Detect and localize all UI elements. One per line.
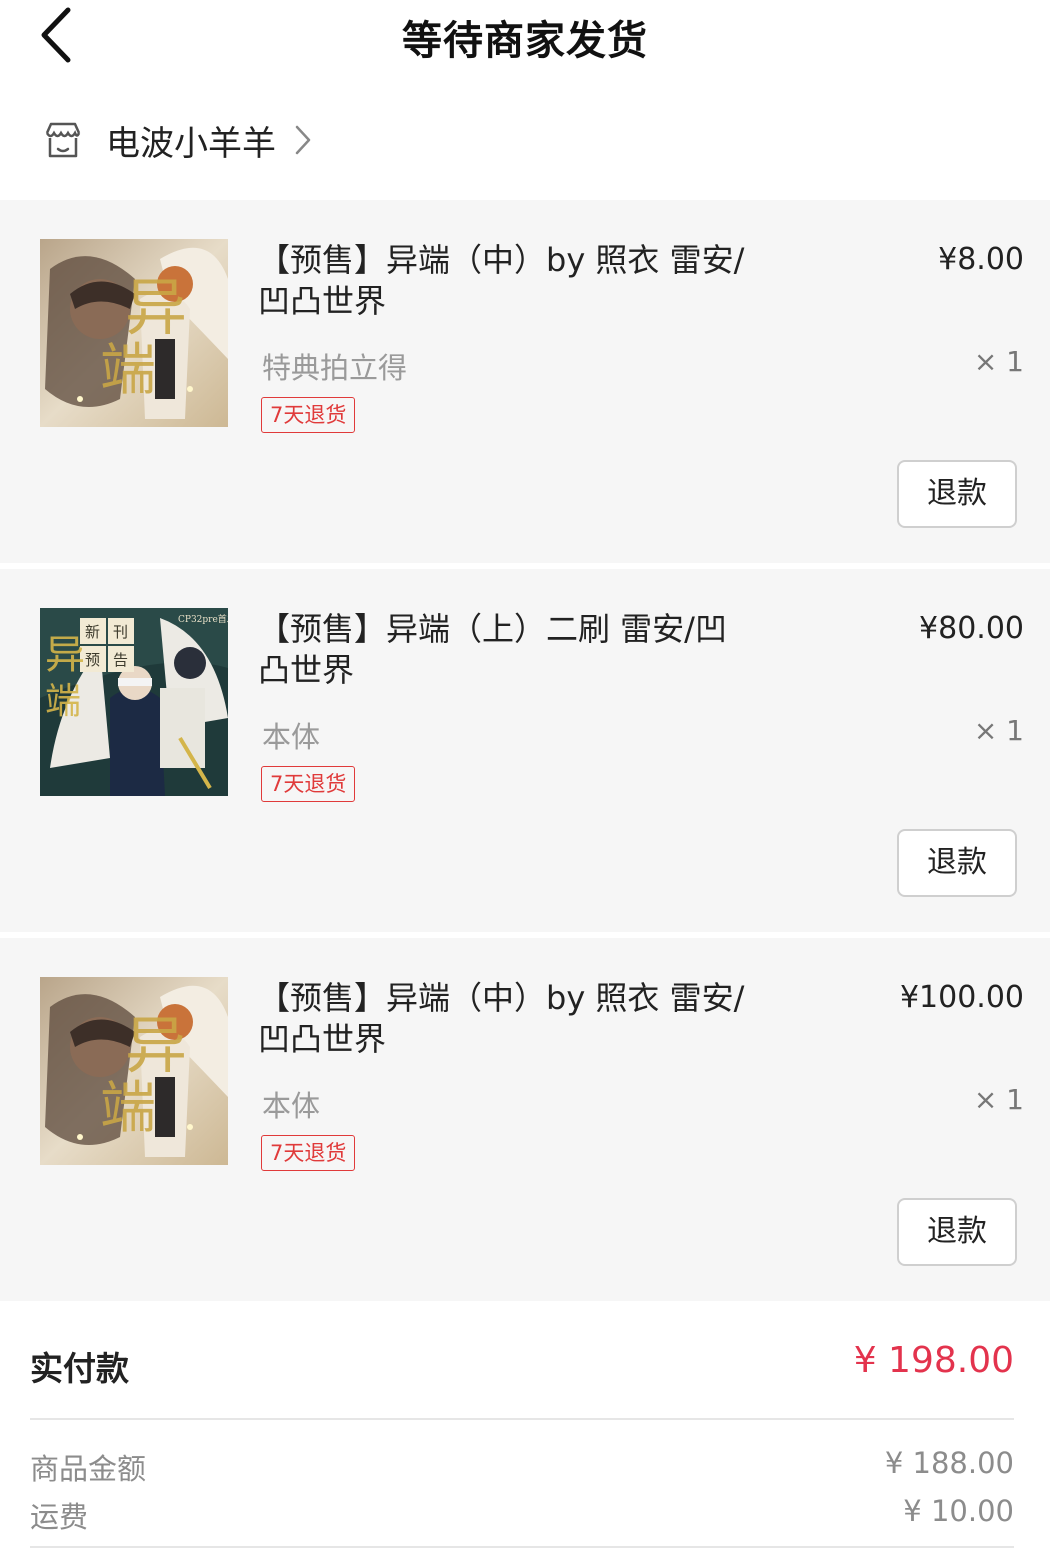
svg-text:异: 异 <box>125 1009 187 1082</box>
cover-char: 告 <box>113 651 128 669</box>
shipping-fee-label: 运费 <box>30 1500 89 1534</box>
product-thumbnail[interactable]: 新 刊 预 告 异 端 CP32pre首发 <box>40 608 228 796</box>
order-item[interactable]: 异 端 【预售】异端（中）by 照衣 雷安/凹凸世界 特典拍立得 7天退货 ¥8… <box>0 200 1050 569</box>
svg-text:异: 异 <box>45 632 85 678</box>
product-quantity: × 1 <box>973 345 1024 378</box>
shipping-fee-value: ¥ 10.00 <box>903 1494 1014 1528</box>
cover-char: 刊 <box>113 623 128 641</box>
product-thumbnail[interactable]: 异 端 <box>40 239 228 427</box>
svg-text:端: 端 <box>100 338 156 403</box>
refund-button[interactable]: 退款 <box>897 460 1017 528</box>
order-items: 异 端 【预售】异端（中）by 照衣 雷安/凹凸世界 特典拍立得 7天退货 ¥8… <box>0 200 1050 1307</box>
product-quantity: × 1 <box>973 714 1024 747</box>
cover-char: 预 <box>85 651 100 669</box>
svg-text:端: 端 <box>45 681 81 722</box>
order-item[interactable]: 新 刊 预 告 异 端 CP32pre首发 【预售】异端（上）二刷 雷安/凹凸世… <box>0 569 1050 938</box>
goods-amount-value: ¥ 188.00 <box>884 1446 1014 1480</box>
return-policy-badge: 7天退货 <box>261 1135 356 1171</box>
payment-summary: 实付款 ¥ 198.00 商品金额 ¥ 188.00 运费 ¥ 10.00 <box>0 1306 1050 1558</box>
product-price: ¥100.00 <box>899 980 1024 1015</box>
refund-button[interactable]: 退款 <box>897 1198 1017 1266</box>
goods-amount-label: 商品金额 <box>30 1452 147 1486</box>
product-title[interactable]: 【预售】异端（上）二刷 雷安/凹凸世界 <box>258 609 748 691</box>
product-variant: 本体 <box>262 1089 321 1123</box>
svg-text:端: 端 <box>100 1076 156 1141</box>
shop-name: 电波小羊羊 <box>106 123 276 164</box>
product-title[interactable]: 【预售】异端（中）by 照衣 雷安/凹凸世界 <box>258 978 748 1060</box>
paid-amount-value: ¥ 198.00 <box>853 1340 1014 1381</box>
paid-amount-label: 实付款 <box>30 1349 129 1388</box>
cover-char: 新 <box>85 623 100 641</box>
chevron-right-icon <box>295 125 311 155</box>
order-item[interactable]: 异 端 【预售】异端（中）by 照衣 雷安/凹凸世界 本体 7天退货 ¥100.… <box>0 938 1050 1307</box>
store-icon <box>45 122 81 158</box>
product-thumbnail[interactable]: 异 端 <box>40 977 228 1165</box>
page-title: 等待商家发货 <box>402 18 648 64</box>
svg-text:异: 异 <box>125 271 187 344</box>
product-title[interactable]: 【预售】异端（中）by 照衣 雷安/凹凸世界 <box>258 240 748 322</box>
top-bar: 等待商家发货 <box>0 0 1050 80</box>
cover-banner: CP32pre首发 <box>178 613 228 625</box>
return-policy-badge: 7天退货 <box>261 397 356 433</box>
shop-row[interactable]: 电波小羊羊 <box>0 108 1050 172</box>
return-policy-badge: 7天退货 <box>261 766 356 802</box>
product-price: ¥80.00 <box>919 611 1024 646</box>
product-price: ¥8.00 <box>938 242 1024 277</box>
refund-button[interactable]: 退款 <box>897 829 1017 897</box>
divider <box>30 1546 1014 1548</box>
product-variant: 本体 <box>262 720 321 754</box>
product-quantity: × 1 <box>973 1083 1024 1116</box>
divider <box>30 1418 1014 1420</box>
product-variant: 特典拍立得 <box>262 351 408 385</box>
